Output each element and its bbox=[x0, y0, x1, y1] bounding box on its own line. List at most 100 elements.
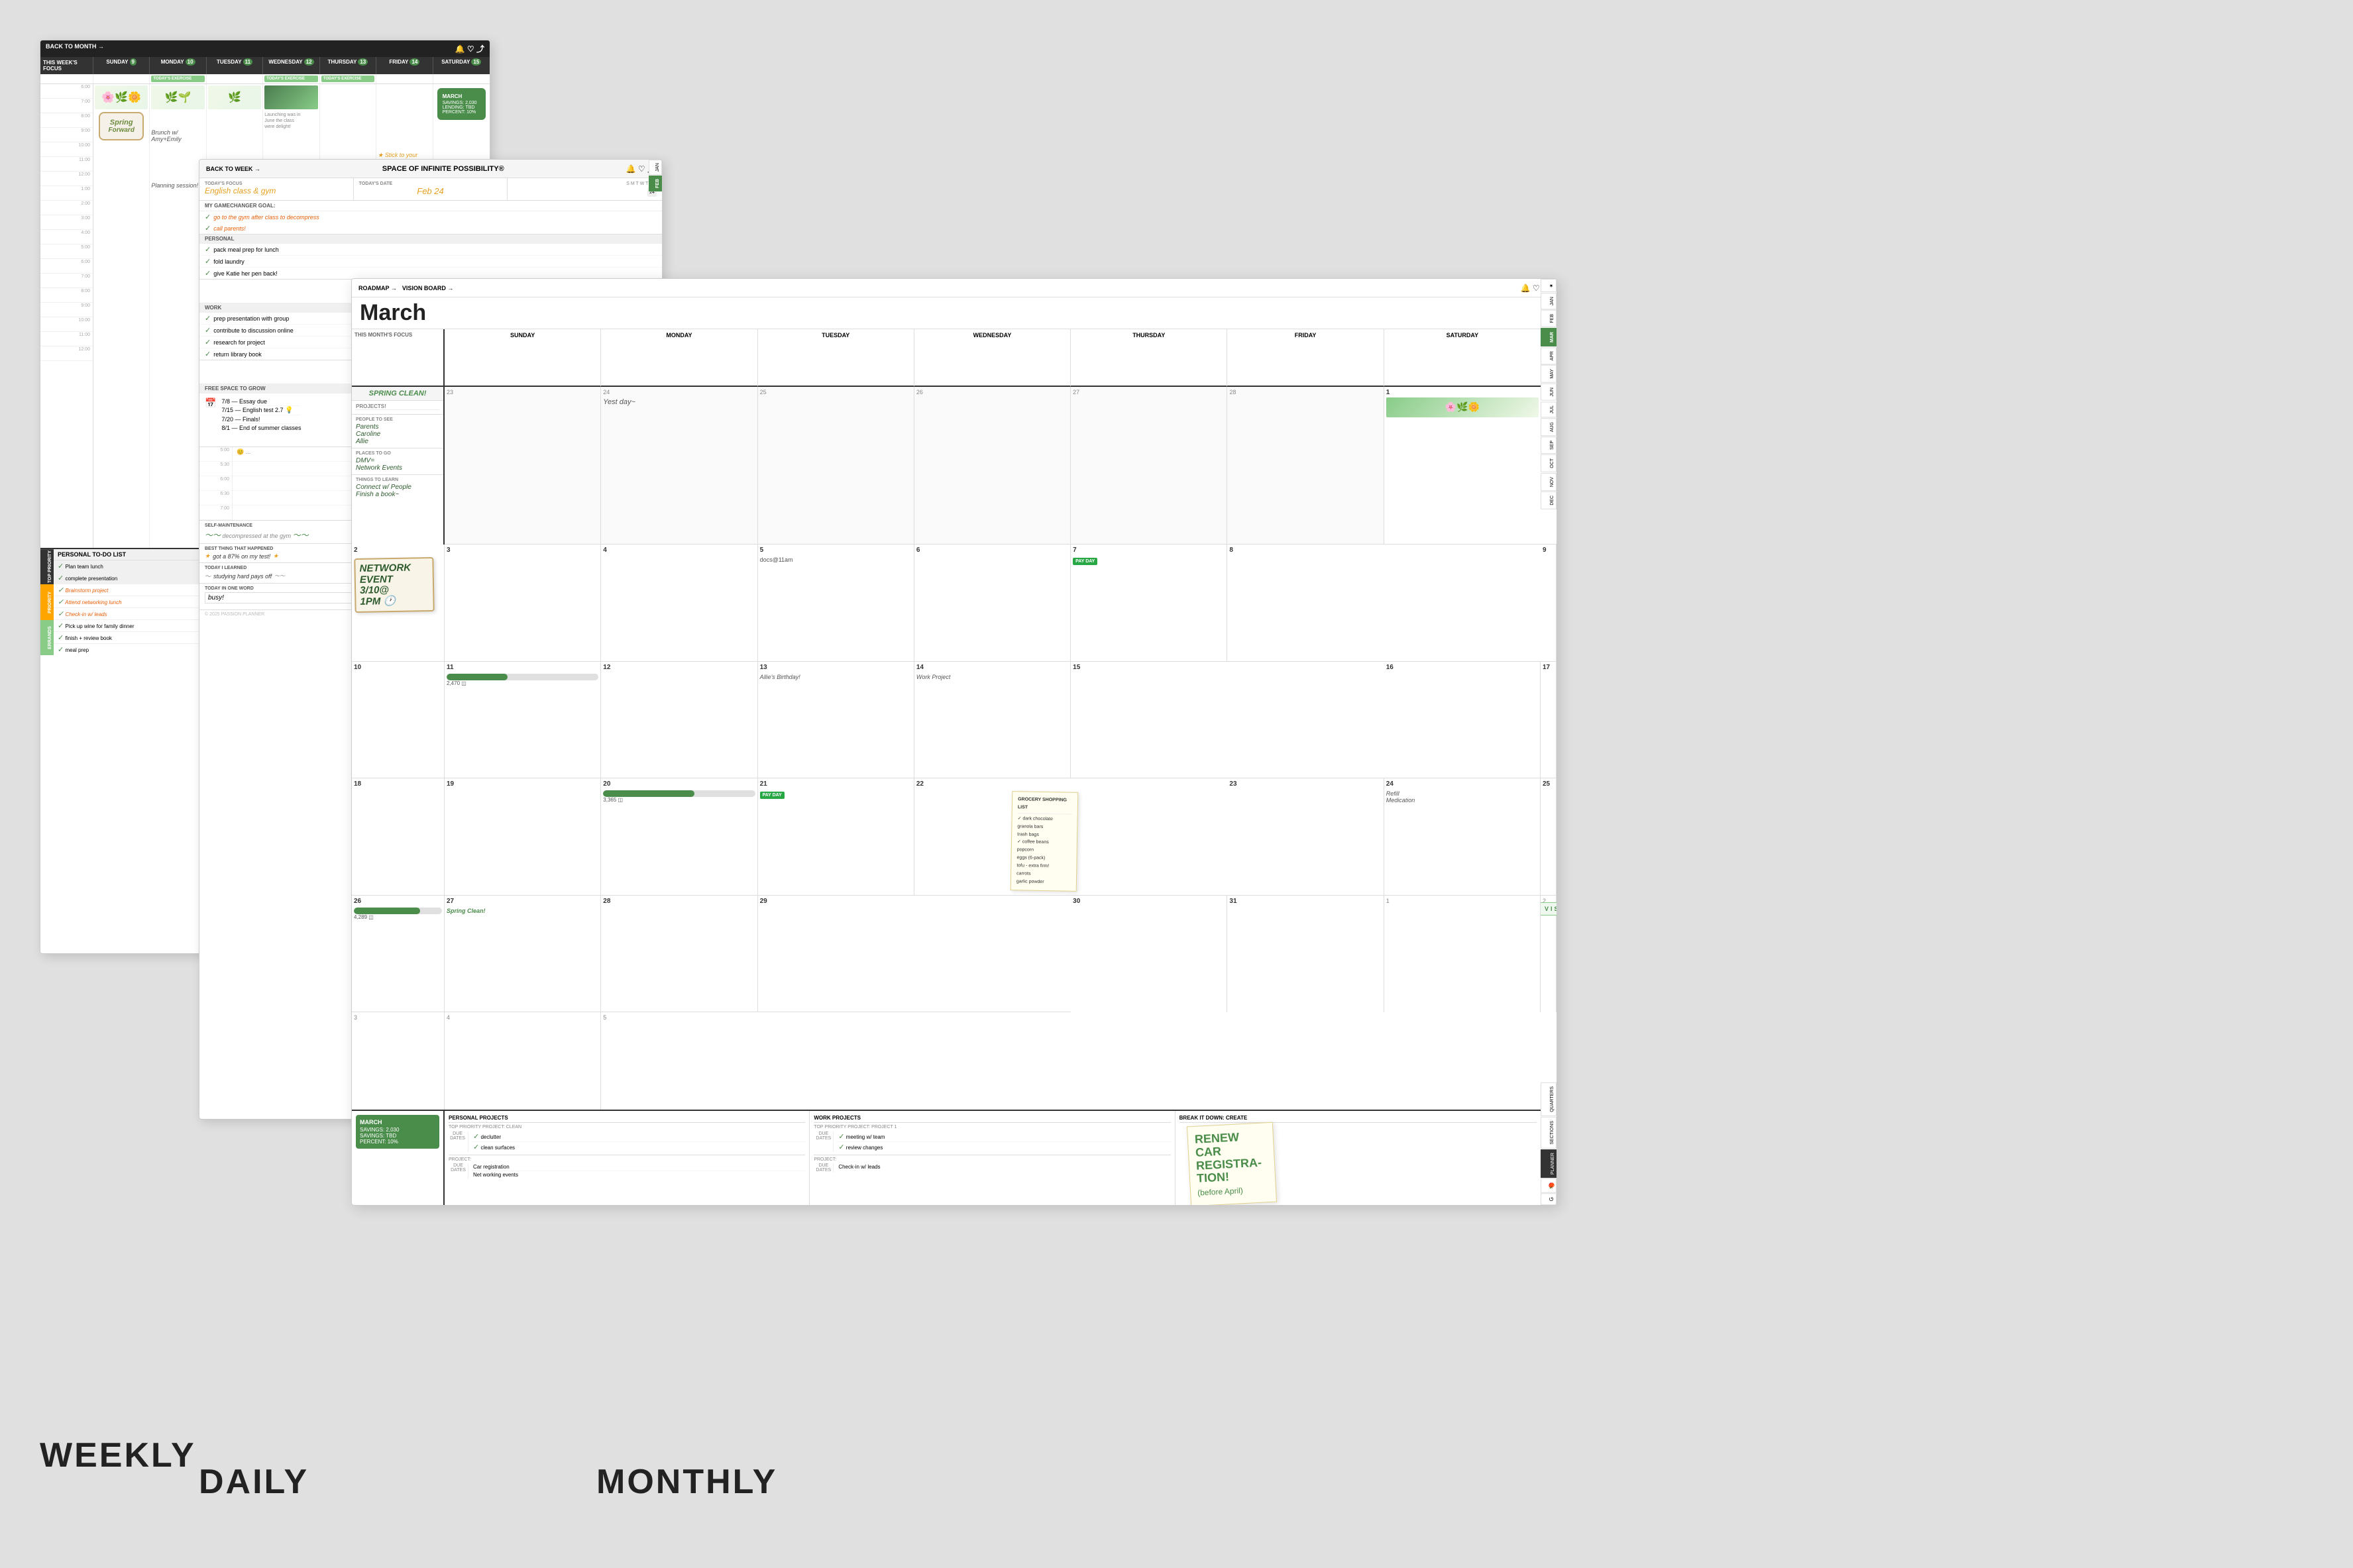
personal-proj-2: Net working events bbox=[471, 1171, 805, 1178]
monthly-tab-nov[interactable]: NOV bbox=[1541, 473, 1557, 491]
monthly-tab-oct[interactable]: OCT bbox=[1541, 454, 1557, 472]
work-project: Work Project bbox=[916, 674, 1068, 680]
w6-mon: 31 bbox=[1227, 896, 1384, 1013]
monthly-tab-planner[interactable]: PLANNER bbox=[1541, 1149, 1557, 1178]
march-label: MARCH bbox=[443, 93, 480, 99]
grocery-list-sticky: GROCERY SHOPPING LIST ✓ dark chocolate g… bbox=[1011, 791, 1079, 892]
left-panel-header: THIS MONTH'S FOCUS bbox=[352, 329, 445, 387]
monthly-tab-may[interactable]: MAY bbox=[1541, 365, 1557, 383]
w2-wed: 5 docs@11am bbox=[758, 545, 914, 662]
back-to-week-btn[interactable]: BACK TO WEEK → bbox=[206, 166, 260, 172]
free-item-3: 7/20 — Finals! bbox=[221, 415, 301, 424]
weekly-label: WEEKLY bbox=[40, 1436, 196, 1475]
exercise-badge-mon: TODAY'S EXERCISE bbox=[151, 76, 204, 82]
sunday-column: 🌸🌿🌼 Spring Forward bbox=[93, 84, 150, 548]
personal-item-3: ✓give Katie her pen back! bbox=[199, 268, 662, 279]
monthly-top-bar: ROADMAP → VISION BOARD → 🔔 ♡ ⤴ bbox=[352, 279, 1557, 297]
right-spacer-w6 bbox=[758, 1012, 914, 1110]
monthly-title: March bbox=[360, 300, 426, 326]
w3-fri: 14 Work Project bbox=[914, 662, 1071, 779]
personal-task-2: ✓ clean surfaces bbox=[471, 1142, 805, 1152]
day-monday: MONDAY 10 bbox=[150, 57, 206, 74]
w6-fri: 4 bbox=[445, 1012, 601, 1110]
bottom-savings-pct: 10% bbox=[388, 1139, 398, 1145]
monthly-tab-jul[interactable]: JUL bbox=[1541, 401, 1557, 417]
w1-fri: 28 bbox=[1227, 387, 1384, 545]
day-wednesday: WEDNESDAY 12 bbox=[263, 57, 319, 74]
today-focus-value: English class & gym bbox=[205, 186, 348, 195]
monthly-tab-star[interactable]: ★ bbox=[1541, 279, 1557, 292]
gamechanger-item-2: ✓call parents! bbox=[199, 223, 662, 234]
personal-item-2: ✓fold laundry bbox=[199, 256, 662, 268]
march-saved: TBD bbox=[465, 105, 474, 110]
back-to-month[interactable]: BACK TO MONTH → bbox=[46, 43, 104, 54]
work-task-1: ✓ meeting w/ team bbox=[836, 1131, 1170, 1142]
monthly-planner: ROADMAP → VISION BOARD → 🔔 ♡ ⤴ ★ JAN FEB… bbox=[351, 278, 1557, 1206]
monthly-tab-g[interactable]: G bbox=[1541, 1193, 1557, 1205]
gamechanger-section: MY GAMECHANGER GOAL: ✓go to the gym afte… bbox=[199, 201, 662, 235]
projects-label: PROJECTS! bbox=[356, 403, 439, 410]
w1-sun: 23 bbox=[445, 387, 601, 545]
cal-hdr-thu: THURSDAY bbox=[1071, 329, 1227, 387]
planning-note: Planning session! bbox=[151, 182, 204, 189]
w4-fri: 21 PAY DAY bbox=[758, 778, 914, 896]
bottom-savings-saving: TBD bbox=[386, 1133, 396, 1139]
today-date-value: Feb 24 bbox=[359, 186, 502, 196]
monthly-tab-apr[interactable]: APR bbox=[1541, 347, 1557, 364]
monthly-tab-aug[interactable]: AUG bbox=[1541, 418, 1557, 436]
renew-car-sticky: RENEWCARREGISTRA-TION!(before April) bbox=[1187, 1122, 1277, 1206]
cal-hdr-wed: WEDNESDAY bbox=[914, 329, 1071, 387]
w6-thu: 3 bbox=[352, 1012, 445, 1110]
person-3: Allie bbox=[356, 438, 439, 445]
month-focus-header: THIS MONTH'S FOCUS bbox=[355, 332, 441, 338]
monthly-tab-sections[interactable]: SECTIONS bbox=[1541, 1117, 1557, 1149]
cal-hdr-mon: MONDAY bbox=[601, 329, 757, 387]
weekly-header: BACK TO MONTH → 🔔 ♡ ⤴ bbox=[40, 40, 490, 57]
w1-tue: 25 bbox=[758, 387, 914, 545]
due-dates-label-1: DUEDATES bbox=[449, 1131, 468, 1152]
w3-sat: 15 bbox=[1071, 662, 1227, 779]
person-2: Caroline bbox=[356, 431, 439, 438]
vision-board-btn[interactable]: VISION BOARD → bbox=[402, 285, 454, 291]
free-item-2: 7/15 — English test 2.7 💡 bbox=[221, 406, 301, 415]
march-budget-box: MARCH SAVINGS: 2,030 LENDING: TBD PERCEN… bbox=[437, 88, 486, 120]
march-percent: 10% bbox=[466, 110, 476, 115]
monthly-tab-feb[interactable]: FEB bbox=[1541, 310, 1557, 327]
cal-hdr-tue: TUESDAY bbox=[758, 329, 914, 387]
w4-sun: 16 bbox=[1384, 662, 1541, 779]
monthly-tab-sep[interactable]: SEP bbox=[1541, 437, 1557, 454]
monthly-tab-mar[interactable]: MAR bbox=[1541, 328, 1557, 346]
day-sunday: SUNDAY 9 bbox=[93, 57, 150, 74]
march-savings-bottom: MARCH SAVINGS: 2,030 SAVINGS: TBD PERCEN… bbox=[356, 1115, 439, 1149]
learn-2: Finish a book~ bbox=[356, 491, 439, 498]
brunch-note: Brunch w/ Amy+Emily bbox=[151, 129, 204, 142]
monthly-label: MONTHLY bbox=[596, 1462, 777, 1502]
monthly-tab-jun[interactable]: JUN bbox=[1541, 384, 1557, 401]
today-focus-label: TODAY'S FOCUS bbox=[205, 182, 348, 186]
w2-sat: 8 bbox=[1227, 545, 1384, 662]
places-to-go-label: PLACES TO GO bbox=[356, 451, 439, 456]
smtwtfs: S M T W T F S bbox=[513, 182, 657, 186]
network-event-sticky: NETWORKEVENT3/10@1PM 🕐 bbox=[354, 557, 434, 613]
day-friday: FRIDAY 14 bbox=[376, 57, 433, 74]
monthly-tab-jan[interactable]: JAN bbox=[1541, 293, 1557, 309]
daily-top-bar: BACK TO WEEK → SPACE OF INFINITE POSSIBI… bbox=[199, 160, 662, 178]
w1-thu: 27 bbox=[1071, 387, 1227, 545]
refill-med: RefillMedication bbox=[1386, 790, 1538, 804]
things-to-learn-label: THINGS TO LEARN bbox=[356, 478, 439, 482]
monthly-bottom: MARCH SAVINGS: 2,030 SAVINGS: TBD PERCEN… bbox=[352, 1110, 1557, 1206]
work-task-2: ✓ review changes bbox=[836, 1142, 1170, 1152]
w5-fri: 28 bbox=[601, 896, 757, 1013]
personal-item-1: ✓pack meal prep for lunch bbox=[199, 244, 662, 256]
tab-jan[interactable]: JAN bbox=[649, 160, 662, 175]
monthly-tab-apple[interactable]: 🍎 bbox=[1541, 1178, 1557, 1193]
right-spacer-w3 bbox=[1227, 662, 1384, 779]
progress-w3 bbox=[447, 674, 598, 680]
weekly-icons: 🔔 ♡ ⤴ bbox=[455, 43, 484, 54]
right-spacer-w5 bbox=[914, 896, 1071, 1013]
daily-label: DAILY bbox=[199, 1462, 309, 1502]
monthly-tab-quarters[interactable]: QUARTERS bbox=[1541, 1082, 1557, 1116]
tab-feb[interactable]: FEB bbox=[649, 176, 662, 191]
monthly-tab-dec[interactable]: DEC bbox=[1541, 492, 1557, 509]
roadmap-btn[interactable]: ROADMAP → bbox=[358, 285, 397, 291]
